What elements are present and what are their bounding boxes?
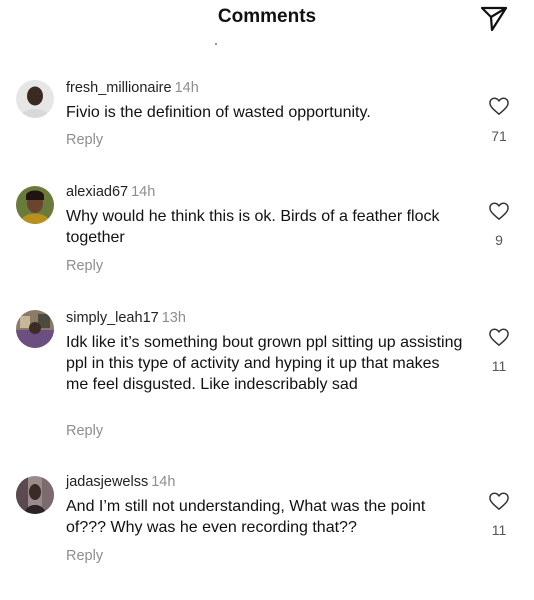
send-icon: [480, 6, 508, 32]
divider-dot: [215, 43, 217, 45]
comment-meta: fresh_millionaire 14h: [66, 80, 199, 96]
timestamp: 14h: [174, 80, 199, 96]
timestamp: 14h: [151, 474, 176, 490]
like-count: 9: [495, 232, 503, 248]
send-button[interactable]: [478, 2, 510, 34]
username[interactable]: fresh_millionaire: [66, 80, 172, 96]
comment-meta: jadasjewelss 14h: [66, 474, 175, 490]
comment-text: Fivio is the definition of wasted opport…: [66, 104, 371, 121]
avatar[interactable]: [16, 310, 54, 348]
comment-meta: simply_leah17 13h: [66, 310, 186, 326]
comment-meta: alexiad67 14h: [66, 184, 155, 200]
like-count: 71: [491, 128, 507, 144]
username[interactable]: jadasjewelss: [66, 474, 148, 490]
heart-icon[interactable]: [488, 327, 510, 347]
comment-text: And I’m still not understanding, What wa…: [66, 498, 426, 536]
username[interactable]: alexiad67: [66, 184, 128, 200]
reply-button[interactable]: Reply: [66, 423, 103, 439]
reply-button[interactable]: Reply: [66, 258, 103, 274]
reply-button[interactable]: Reply: [66, 132, 103, 148]
comment-text: Idk like it’s something bout grown ppl s…: [66, 334, 463, 393]
heart-icon[interactable]: [488, 201, 510, 221]
reply-button[interactable]: Reply: [66, 548, 103, 564]
timestamp: 13h: [161, 310, 186, 326]
header: Comments: [0, 0, 534, 44]
username[interactable]: simply_leah17: [66, 310, 159, 326]
avatar[interactable]: [16, 186, 54, 224]
heart-icon[interactable]: [488, 491, 510, 511]
comment-text: Why would he think this is ok. Birds of …: [66, 208, 440, 246]
page-title: Comments: [217, 6, 317, 27]
heart-icon[interactable]: [488, 96, 510, 116]
like-count: 11: [491, 522, 507, 538]
timestamp: 14h: [131, 184, 156, 200]
avatar[interactable]: [16, 80, 54, 118]
like-count: 11: [491, 358, 507, 374]
avatar[interactable]: [16, 476, 54, 514]
